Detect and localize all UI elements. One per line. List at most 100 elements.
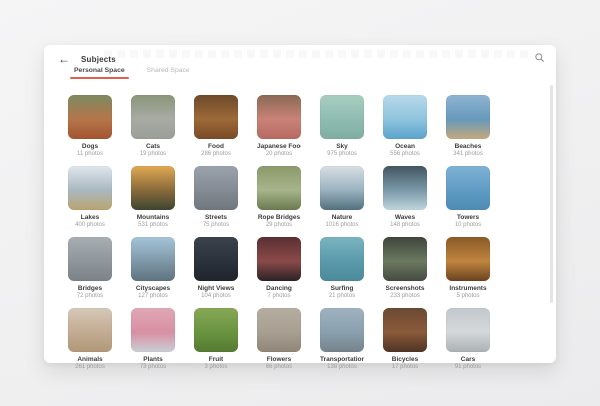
subject-count: 261 photos <box>68 364 112 370</box>
subject-thumbnail <box>131 95 175 139</box>
subject-card[interactable]: Rope Bridges 29 photos <box>257 166 301 228</box>
subject-card[interactable]: Lakes 400 photos <box>68 166 112 228</box>
subject-label: Cars <box>446 356 490 363</box>
subject-count: 556 photos <box>383 151 427 157</box>
subject-thumbnail <box>131 166 175 210</box>
subject-count: 17 photos <box>383 364 427 370</box>
subject-label: Sky <box>320 143 364 150</box>
subject-card[interactable]: Sky 975 photos <box>320 95 364 157</box>
subject-count: 19 photos <box>131 151 175 157</box>
subject-card[interactable]: Instruments 5 photos <box>446 237 490 299</box>
subject-count: 104 photos <box>194 293 238 299</box>
subject-card[interactable]: Food 286 photos <box>194 95 238 157</box>
subject-count: 75 photos <box>194 222 238 228</box>
subject-thumbnail <box>68 166 112 210</box>
subject-count: 21 photos <box>320 293 364 299</box>
subject-count: 11 photos <box>68 151 112 157</box>
subject-card[interactable]: Ocean 556 photos <box>383 95 427 157</box>
subject-label: Beaches <box>446 143 490 150</box>
subject-thumbnail <box>194 308 238 352</box>
subject-thumbnail <box>257 166 301 210</box>
subject-thumbnail <box>446 95 490 139</box>
subjects-grid: Dogs 11 photos Cats 19 photos Food 286 p… <box>68 95 490 370</box>
subject-card[interactable]: Mountains 531 photos <box>131 166 175 228</box>
subject-card[interactable]: Night Views 104 photos <box>194 237 238 299</box>
subject-card[interactable]: Fruit 3 photos <box>194 308 238 370</box>
subject-count: 233 photos <box>383 293 427 299</box>
subject-label: Screenshots <box>383 285 427 292</box>
subject-card[interactable]: Beaches 341 photos <box>446 95 490 157</box>
subject-card[interactable]: Dogs 11 photos <box>68 95 112 157</box>
subject-count: 73 photos <box>131 364 175 370</box>
subject-count: 341 photos <box>446 151 490 157</box>
subject-thumbnail <box>320 95 364 139</box>
subject-thumbnail <box>68 95 112 139</box>
subject-label: Towers <box>446 214 490 221</box>
subject-card[interactable]: Surfing 21 photos <box>320 237 364 299</box>
subject-card[interactable]: Towers 10 photos <box>446 166 490 228</box>
subject-thumbnail <box>320 166 364 210</box>
subject-count: 127 photos <box>131 293 175 299</box>
subject-count: 286 photos <box>194 151 238 157</box>
subject-thumbnail <box>257 308 301 352</box>
subject-count: 531 photos <box>131 222 175 228</box>
subject-card[interactable]: Bicycles 17 photos <box>383 308 427 370</box>
subject-thumbnail <box>257 95 301 139</box>
subject-thumbnail <box>257 237 301 281</box>
subject-count: 29 photos <box>257 222 301 228</box>
subject-thumbnail <box>194 237 238 281</box>
subject-label: Nature <box>320 214 364 221</box>
subject-label: Night Views <box>194 285 238 292</box>
tab-shared-space[interactable]: Shared Space <box>147 67 190 79</box>
subject-label: Food <box>194 143 238 150</box>
subject-thumbnail <box>383 95 427 139</box>
back-arrow-icon[interactable]: ← <box>56 51 72 67</box>
vertical-scrollbar[interactable] <box>550 85 553 303</box>
subject-thumbnail <box>68 308 112 352</box>
subject-card[interactable]: Nature 1016 photos <box>320 166 364 228</box>
subject-card[interactable]: Transportation 138 photos <box>320 308 364 370</box>
subject-card[interactable]: Cats 19 photos <box>131 95 175 157</box>
search-icon[interactable] <box>532 50 546 64</box>
subject-card[interactable]: Plants 73 photos <box>131 308 175 370</box>
subject-label: Dogs <box>68 143 112 150</box>
header: ← Subjects <box>56 51 116 67</box>
subject-label: Fruit <box>194 356 238 363</box>
subject-label: Transportation <box>320 356 364 363</box>
subject-thumbnail <box>320 308 364 352</box>
subject-card[interactable]: Flowers 66 photos <box>257 308 301 370</box>
subject-thumbnail <box>383 166 427 210</box>
subject-card[interactable]: Japanese Food 20 photos <box>257 95 301 157</box>
ghost-thumbnails-strip <box>104 50 532 58</box>
subject-count: 138 photos <box>320 364 364 370</box>
subject-count: 975 photos <box>320 151 364 157</box>
subject-card[interactable]: Dancing 7 photos <box>257 237 301 299</box>
page-title: Subjects <box>81 55 116 64</box>
subject-thumbnail <box>446 237 490 281</box>
subject-card[interactable]: Bridges 72 photos <box>68 237 112 299</box>
subject-thumbnail <box>446 308 490 352</box>
subject-card[interactable]: Streets 75 photos <box>194 166 238 228</box>
subject-count: 3 photos <box>194 364 238 370</box>
subject-count: 91 photos <box>446 364 490 370</box>
subject-label: Ocean <box>383 143 427 150</box>
subject-count: 66 photos <box>257 364 301 370</box>
subject-thumbnail <box>131 237 175 281</box>
subject-thumbnail <box>383 308 427 352</box>
subject-card[interactable]: Waves 148 photos <box>383 166 427 228</box>
subject-count: 20 photos <box>257 151 301 157</box>
subject-count: 148 photos <box>383 222 427 228</box>
tab-personal-space[interactable]: Personal Space <box>74 67 125 79</box>
subject-card[interactable]: Animals 261 photos <box>68 308 112 370</box>
subject-label: Lakes <box>68 214 112 221</box>
subject-label: Bicycles <box>383 356 427 363</box>
subject-card[interactable]: Cityscapes 127 photos <box>131 237 175 299</box>
subject-label: Japanese Food <box>257 143 301 150</box>
subject-label: Cats <box>131 143 175 150</box>
subject-card[interactable]: Cars 91 photos <box>446 308 490 370</box>
subject-label: Cityscapes <box>131 285 175 292</box>
subject-label: Dancing <box>257 285 301 292</box>
subject-thumbnail <box>68 237 112 281</box>
subject-label: Streets <box>194 214 238 221</box>
subject-card[interactable]: Screenshots 233 photos <box>383 237 427 299</box>
